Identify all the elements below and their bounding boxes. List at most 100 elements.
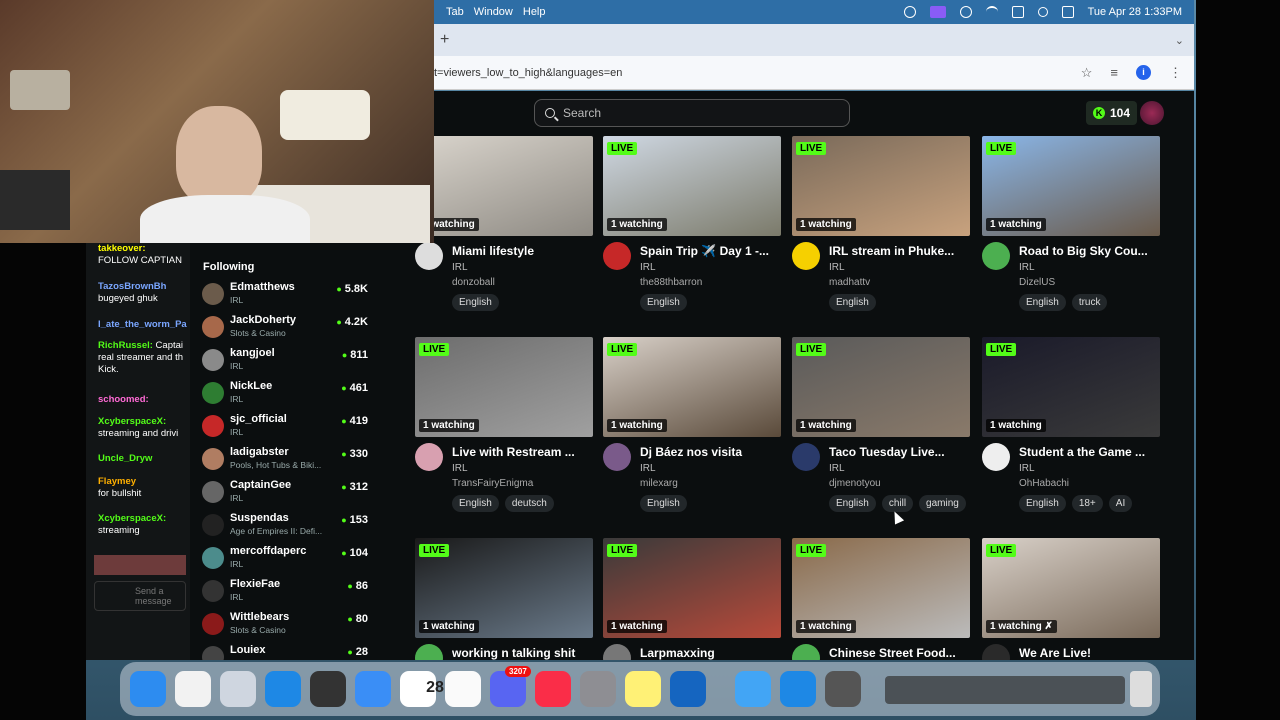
avatar[interactable]: [603, 443, 631, 471]
calculator-icon[interactable]: [825, 671, 861, 707]
chat-input[interactable]: Send a message: [94, 581, 186, 611]
following-item[interactable]: ladigabster Pools, Hot Tubs & Biki... 330: [202, 444, 372, 474]
tag-chip[interactable]: gaming: [919, 495, 966, 512]
avatar[interactable]: [415, 644, 443, 660]
following-item[interactable]: NickLee IRL 461: [202, 378, 372, 408]
stream-title[interactable]: Miami lifestyle: [452, 244, 602, 258]
stream-username[interactable]: madhattv: [829, 277, 870, 288]
stream-thumbnail[interactable]: LIVE 1 watching ✗: [982, 538, 1160, 638]
avatar[interactable]: [415, 443, 443, 471]
following-item[interactable]: Wittlebears Slots & Casino 80: [202, 609, 372, 639]
tag-chip[interactable]: English: [452, 495, 499, 512]
menu-window[interactable]: Window: [474, 6, 513, 18]
following-item[interactable]: Edmatthews IRL 5.8K: [202, 279, 372, 309]
following-item[interactable]: mercoffdaperc IRL 104: [202, 543, 372, 573]
stream-title[interactable]: Live with Restream ...: [452, 445, 602, 459]
stream-thumbnail[interactable]: LIVE 1 watching: [603, 136, 781, 236]
stream-thumbnail[interactable]: LIVE 1 watching: [792, 136, 970, 236]
stream-title[interactable]: Larpmaxxing: [640, 646, 790, 660]
settings-icon[interactable]: [580, 671, 616, 707]
avatar[interactable]: [792, 644, 820, 660]
stream-title[interactable]: Chinese Street Food...: [829, 646, 979, 660]
tag-chip[interactable]: deutsch: [504, 495, 554, 512]
notes-icon[interactable]: [625, 671, 661, 707]
stream-title[interactable]: Spain Trip ✈️ Day 1 -...: [640, 244, 790, 258]
tag-chip[interactable]: English: [640, 294, 687, 311]
following-item[interactable]: FlexieFae IRL 86: [202, 576, 372, 606]
stream-username[interactable]: milexarg: [640, 478, 678, 489]
finder-icon[interactable]: [130, 671, 166, 707]
tag-chip[interactable]: AI: [1108, 495, 1133, 512]
stream-username[interactable]: donzoball: [452, 277, 495, 288]
menubar-clock[interactable]: Tue Apr 28 1:33PM: [1088, 6, 1182, 18]
stream-title[interactable]: Dj Báez nos visita: [640, 445, 790, 459]
quicktime-icon[interactable]: [780, 671, 816, 707]
stream-category[interactable]: IRL: [1019, 463, 1035, 474]
cloud-icon[interactable]: [903, 6, 916, 18]
avatar[interactable]: [603, 242, 631, 270]
menu-tab[interactable]: Tab: [446, 6, 464, 18]
music-icon[interactable]: [535, 671, 571, 707]
launchpad-icon[interactable]: [220, 671, 256, 707]
stream-thumbnail[interactable]: LIVE 1 watching: [603, 337, 781, 437]
search-icon[interactable]: [1037, 7, 1048, 17]
stream-category[interactable]: IRL: [640, 463, 656, 474]
minimized-windows[interactable]: [885, 676, 1125, 704]
chrome-icon[interactable]: [175, 671, 211, 707]
stream-category[interactable]: IRL: [640, 262, 656, 273]
avatar[interactable]: [603, 644, 631, 660]
stream-username[interactable]: TransFairyEnigma: [452, 478, 533, 489]
avatar[interactable]: [982, 644, 1010, 660]
stream-thumbnail[interactable]: LIVE 1 watching: [415, 538, 593, 638]
stream-thumbnail[interactable]: LIVE 1 watching: [982, 136, 1160, 236]
stream-title[interactable]: working n talking shit: [452, 646, 602, 660]
stream-thumbnail[interactable]: 1 watching: [415, 136, 593, 236]
media-control-icon[interactable]: ≡: [1110, 65, 1118, 80]
search-input[interactable]: Search: [534, 99, 850, 127]
trash-icon[interactable]: [1130, 671, 1152, 707]
bookmark-star-icon[interactable]: ☆: [1081, 65, 1093, 81]
following-item[interactable]: sjc_official IRL 419: [202, 411, 372, 441]
avatar[interactable]: [792, 443, 820, 471]
chevron-down-icon[interactable]: ⌄: [1175, 34, 1184, 47]
stream-title[interactable]: Taco Tuesday Live...: [829, 445, 979, 459]
avatar[interactable]: [1140, 101, 1164, 125]
stream-title[interactable]: IRL stream in Phuke...: [829, 244, 979, 258]
tag-chip[interactable]: English: [1019, 294, 1066, 311]
profile-icon[interactable]: i: [1136, 65, 1151, 80]
stream-category[interactable]: IRL: [452, 262, 468, 273]
kick-points-badge[interactable]: K 104: [1086, 101, 1138, 125]
avatar[interactable]: [982, 242, 1010, 270]
stream-thumbnail[interactable]: LIVE 1 watching: [982, 337, 1160, 437]
following-item[interactable]: JackDoherty Slots & Casino 4.2K: [202, 312, 372, 342]
tag-chip[interactable]: English: [829, 495, 876, 512]
preview-icon[interactable]: [735, 671, 771, 707]
stream-title[interactable]: Road to Big Sky Cou...: [1019, 244, 1169, 258]
avatar[interactable]: [982, 443, 1010, 471]
stream-category[interactable]: IRL: [829, 463, 845, 474]
following-item[interactable]: Suspendas Age of Empires II: Defi... 153: [202, 510, 372, 540]
menu-kebab-icon[interactable]: ⋮: [1169, 65, 1182, 81]
stream-thumbnail[interactable]: LIVE 1 watching: [603, 538, 781, 638]
tag-chip[interactable]: truck: [1071, 294, 1108, 311]
stream-title[interactable]: Student a the Game ...: [1019, 445, 1169, 459]
tag-chip[interactable]: English: [829, 294, 876, 311]
stream-username[interactable]: DizelUS: [1019, 277, 1055, 288]
tag-chip[interactable]: English: [1019, 495, 1066, 512]
avatar[interactable]: [792, 242, 820, 270]
stream-username[interactable]: the88thbarron: [640, 277, 702, 288]
stream-thumbnail[interactable]: LIVE 1 watching: [792, 538, 970, 638]
new-tab-button[interactable]: +: [440, 31, 449, 49]
safari-icon[interactable]: [265, 671, 301, 707]
address-bar[interactable]: t=viewers_low_to_high&languages=en: [434, 67, 622, 79]
following-item[interactable]: CaptainGee IRL 312: [202, 477, 372, 507]
tag-chip[interactable]: English: [452, 294, 499, 311]
following-item[interactable]: Louiex 28: [202, 642, 372, 660]
files-icon[interactable]: [670, 671, 706, 707]
menu-help[interactable]: Help: [523, 6, 546, 18]
tag-chip[interactable]: English: [640, 495, 687, 512]
tag-chip[interactable]: 18+: [1071, 495, 1103, 512]
stream-thumbnail[interactable]: LIVE 1 watching: [792, 337, 970, 437]
stream-username[interactable]: djmenotyou: [829, 478, 881, 489]
stream-username[interactable]: OhHabachi: [1019, 478, 1069, 489]
